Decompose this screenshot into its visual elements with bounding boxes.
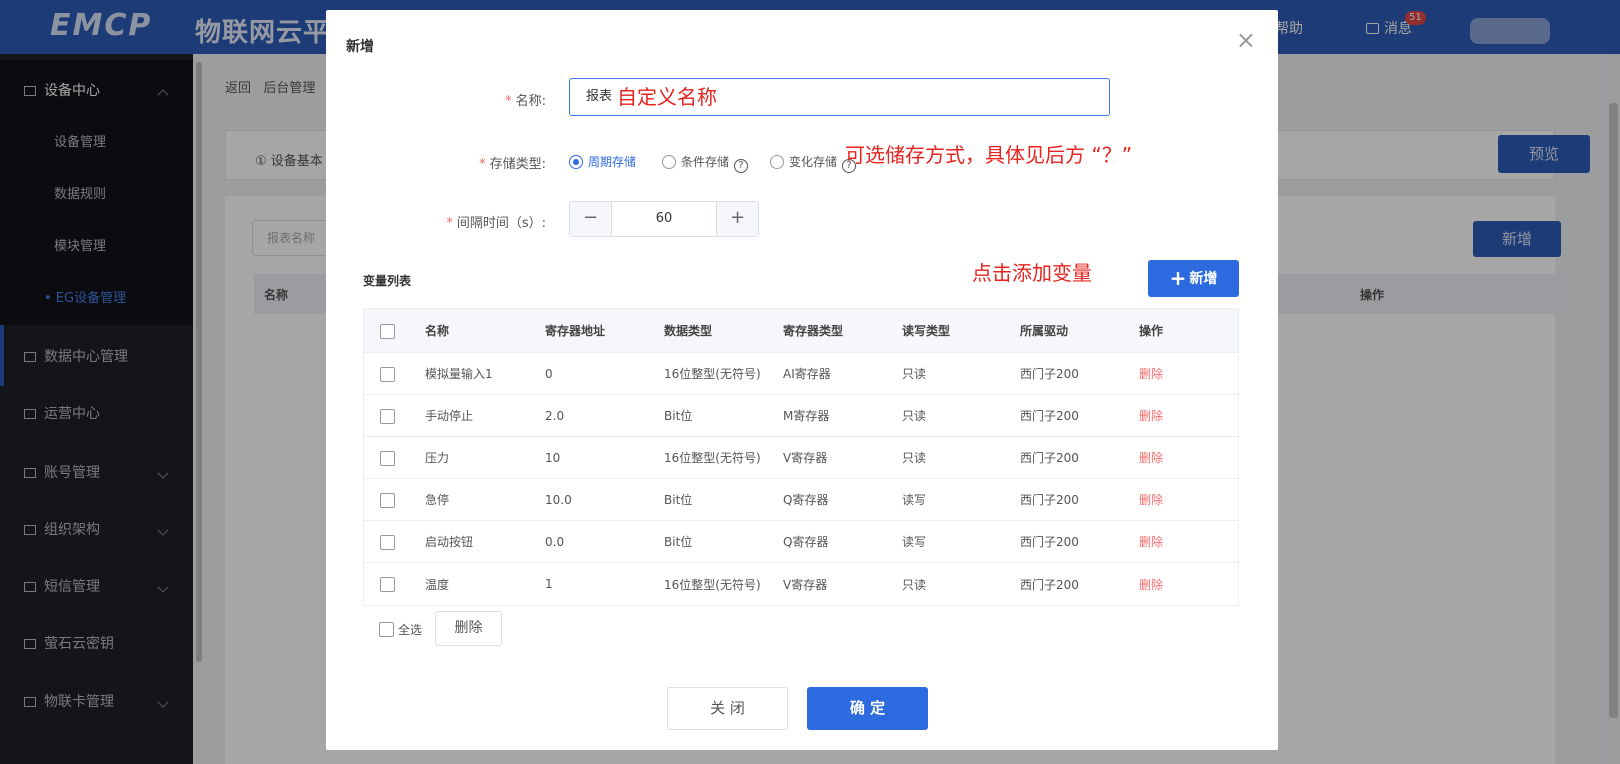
delete-link[interactable]: 删除 <box>1139 395 1163 436</box>
table-cell: Bit位 <box>664 535 693 549</box>
table-cell: AI寄存器 <box>783 367 831 381</box>
table-cell: 只读 <box>902 451 927 465</box>
table-cell: 西门子200 <box>1020 451 1079 465</box>
column-header: 所属驱动 <box>1020 324 1069 338</box>
variable-list-title: 变量列表 <box>363 274 412 288</box>
name-field-label: * 名称: <box>505 94 546 109</box>
column-header: 寄存器地址 <box>545 324 606 338</box>
batch-delete-button[interactable]: 删除 <box>435 611 502 646</box>
interval-value[interactable]: 60 <box>612 202 716 236</box>
column-header: 数据类型 <box>664 324 713 338</box>
table-row: 温度 1 16位整型(无符号) V寄存器 只读 西门子200 删除 <box>364 563 1238 605</box>
column-header: 操作 <box>1139 324 1164 338</box>
column-header: 读写类型 <box>902 324 951 338</box>
add-report-dialog: 新增 × * 名称: 报表 自定义名称 * 存储类型: 周期存储 条件存储? 变化存… <box>326 10 1278 750</box>
storage-type-label: * 存储类型: <box>479 157 546 172</box>
table-row: 模拟量输入1 0 16位整型(无符号) AI寄存器 只读 西门子200 删除 <box>364 353 1238 395</box>
table-cell: 10.0 <box>545 492 572 507</box>
delete-link[interactable]: 删除 <box>1139 353 1163 394</box>
name-annotation: 自定义名称 <box>617 85 717 109</box>
table-cell: 急停 <box>425 493 450 507</box>
help-question-icon[interactable]: ? <box>734 159 749 173</box>
table-cell: 西门子200 <box>1020 535 1079 549</box>
table-cell: 西门子200 <box>1020 409 1079 423</box>
table-cell: Q寄存器 <box>783 493 829 507</box>
table-header: 名称 寄存器地址 数据类型 寄存器类型 读写类型 所属驱动 操作 <box>364 309 1238 353</box>
table-cell: 读写 <box>902 493 927 507</box>
dialog-title: 新增 <box>346 39 374 55</box>
decrement-button[interactable]: − <box>570 202 612 236</box>
table-cell: 16位整型(无符号) <box>664 577 761 592</box>
table-cell: Q寄存器 <box>783 535 829 549</box>
table-cell: V寄存器 <box>783 451 828 465</box>
table-row: 启动按钮 0.0 Bit位 Q寄存器 读写 西门子200 删除 <box>364 521 1238 563</box>
row-checkbox[interactable] <box>380 492 395 508</box>
close-button[interactable]: 关 闭 <box>667 687 788 730</box>
table-cell: 模拟量输入1 <box>425 367 493 381</box>
table-cell: Bit位 <box>664 409 693 423</box>
interval-stepper: − 60 + <box>569 201 759 237</box>
row-checkbox[interactable] <box>380 366 395 382</box>
table-cell: M寄存器 <box>783 409 830 423</box>
table-cell: 只读 <box>902 367 927 381</box>
radio-dot <box>770 155 784 169</box>
table-row: 急停 10.0 Bit位 Q寄存器 读写 西门子200 删除 <box>364 479 1238 521</box>
table-cell: 只读 <box>902 409 927 423</box>
table-cell: 西门子200 <box>1020 493 1079 507</box>
row-checkbox[interactable] <box>380 577 395 592</box>
delete-link[interactable]: 删除 <box>1139 479 1163 520</box>
table-cell: 手动停止 <box>425 409 474 423</box>
radio-change-storage[interactable]: 变化存储? <box>770 153 857 173</box>
column-header: 名称 <box>425 324 450 338</box>
confirm-button[interactable]: 确 定 <box>807 687 928 730</box>
delete-link[interactable]: 删除 <box>1139 521 1163 562</box>
table-cell: 压力 <box>425 451 450 465</box>
table-row: 压力 10 16位整型(无符号) V寄存器 只读 西门子200 删除 <box>364 437 1238 479</box>
row-checkbox[interactable] <box>380 534 395 550</box>
row-checkbox[interactable] <box>380 408 395 424</box>
table-cell: 1 <box>545 577 553 591</box>
table-cell: 10 <box>545 450 561 465</box>
plus-icon: + <box>1169 266 1187 290</box>
table-cell: 西门子200 <box>1020 367 1079 381</box>
select-all-checkbox[interactable]: 全选 <box>379 621 422 638</box>
row-checkbox[interactable] <box>380 450 395 466</box>
table-cell: 0 <box>545 366 553 381</box>
radio-dot <box>662 155 676 169</box>
table-cell: Bit位 <box>664 493 693 507</box>
table-cell: 0.0 <box>545 534 565 549</box>
storage-annotation: 可选储存方式，具体见后方 “？” <box>845 143 1133 167</box>
delete-link[interactable]: 删除 <box>1139 563 1163 605</box>
radio-periodic-storage[interactable]: 周期存储 <box>569 153 636 170</box>
checkbox-box <box>379 622 394 637</box>
interval-label: * 间隔时间（s）: <box>446 216 546 231</box>
table-cell: 16位整型(无符号) <box>664 451 761 465</box>
delete-link[interactable]: 删除 <box>1139 437 1163 478</box>
close-icon[interactable]: × <box>1236 28 1256 52</box>
header-checkbox[interactable] <box>380 323 395 339</box>
table-cell: 西门子200 <box>1020 577 1079 592</box>
add-variable-button[interactable]: + 新增 <box>1148 260 1239 297</box>
table-cell: 启动按钮 <box>425 535 474 549</box>
table-cell: V寄存器 <box>783 577 828 592</box>
table-cell: 16位整型(无符号) <box>664 367 761 381</box>
table-cell: 读写 <box>902 535 927 549</box>
column-header: 寄存器类型 <box>783 324 844 338</box>
increment-button[interactable]: + <box>716 202 758 236</box>
table-cell: 温度 <box>425 577 450 592</box>
add-variable-annotation: 点击添加变量 <box>972 261 1092 285</box>
table-cell: 只读 <box>902 577 927 592</box>
variable-table: 名称 寄存器地址 数据类型 寄存器类型 读写类型 所属驱动 操作 模拟量输入1 0… <box>363 308 1239 606</box>
table-cell: 2.0 <box>545 408 565 423</box>
table-row: 手动停止 2.0 Bit位 M寄存器 只读 西门子200 删除 <box>364 395 1238 437</box>
radio-dot <box>569 155 583 169</box>
radio-conditional-storage[interactable]: 条件存储? <box>662 153 749 173</box>
